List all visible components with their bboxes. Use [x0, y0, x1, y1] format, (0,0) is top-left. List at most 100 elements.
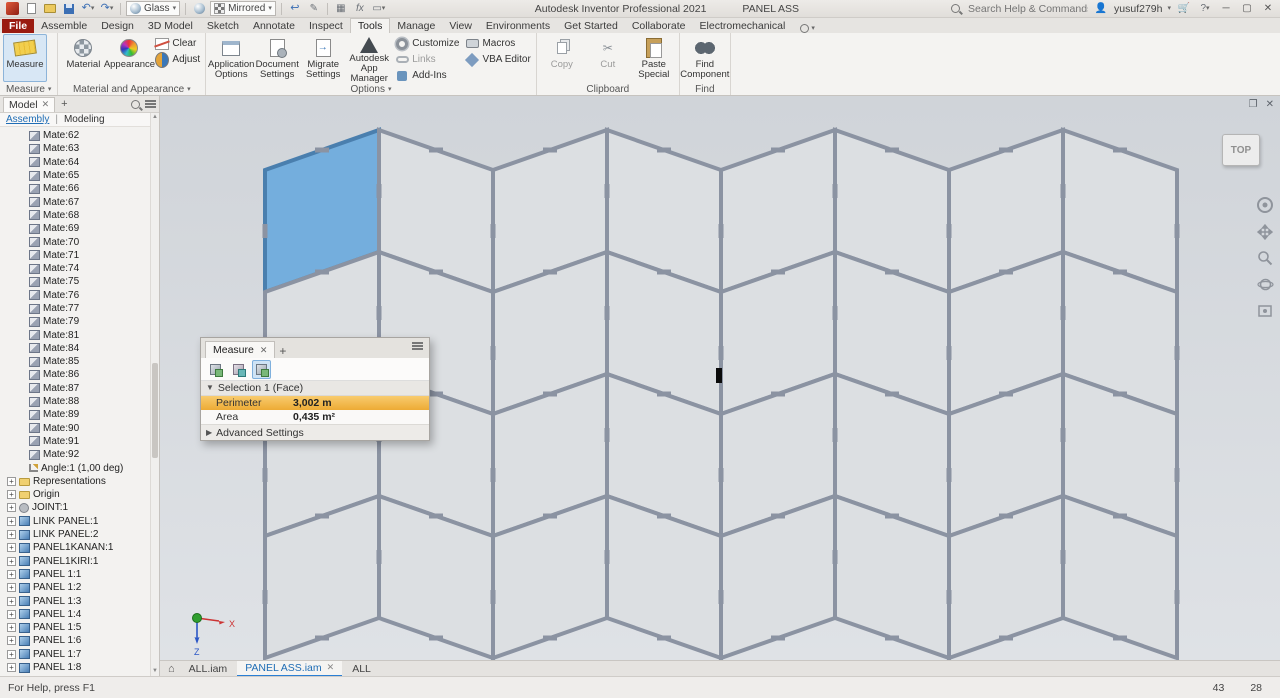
ribbon-group-label-options[interactable]: Options ▾ — [206, 83, 536, 95]
tree-item-joint-1[interactable]: + JOINT:1 — [0, 501, 159, 514]
tree-item-mate-87[interactable]: Mate:87 — [0, 382, 159, 395]
chevron-down-icon[interactable]: ▾ — [1167, 5, 1171, 12]
undo-icon[interactable]: ↶ ▾ — [80, 2, 96, 16]
document-settings-button[interactable]: Document Settings — [255, 34, 299, 82]
minimize-button[interactable]: ─ — [1218, 3, 1234, 14]
tree-item-mate-89[interactable]: Mate:89 — [0, 408, 159, 421]
measure-menu-icon[interactable] — [412, 342, 423, 350]
tree-item-mate-67[interactable]: Mate:67 — [0, 195, 159, 208]
tree-item-representations[interactable]: + Representations — [0, 475, 159, 488]
tree-item-mate-74[interactable]: Mate:74 — [0, 262, 159, 275]
save-icon[interactable] — [61, 2, 77, 16]
ribbon-display-options-icon[interactable]: ▾ — [800, 24, 815, 33]
select-component-icon[interactable] — [206, 360, 225, 379]
tree-item-mate-77[interactable]: Mate:77 — [0, 302, 159, 315]
close-icon[interactable]: ✕ — [327, 662, 335, 673]
select-body-icon[interactable] — [229, 360, 248, 379]
ribbon-tab-annotate[interactable]: Annotate — [246, 19, 302, 33]
ribbon-tab-view[interactable]: View — [442, 19, 479, 33]
view-cube[interactable]: TOP — [1222, 134, 1260, 166]
adjust-button[interactable]: Adjust — [153, 51, 202, 68]
tree-item-panel-1-4[interactable]: + PANEL 1:4 — [0, 608, 159, 621]
tree-item-panel-1-7[interactable]: + PANEL 1:7 — [0, 648, 159, 661]
expand-icon[interactable]: + — [7, 490, 16, 500]
open-file-icon[interactable] — [42, 2, 58, 16]
tree-item-mate-62[interactable]: Mate:62 — [0, 129, 159, 142]
maximize-button[interactable]: ▢ — [1239, 3, 1255, 14]
tree-item-mate-70[interactable]: Mate:70 — [0, 235, 159, 248]
ribbon-tab-get-started[interactable]: Get Started — [557, 19, 625, 33]
tree-item-mate-64[interactable]: Mate:64 — [0, 156, 159, 169]
pan-icon[interactable] — [1257, 224, 1273, 240]
ribbon-tab-3d-model[interactable]: 3D Model — [141, 19, 200, 33]
user-icon[interactable]: 👤 — [1093, 2, 1109, 16]
application-options-button[interactable]: Application Options — [208, 34, 254, 82]
appearance-sphere-icon[interactable] — [191, 2, 207, 16]
tree-item-panel-1-1[interactable]: + PANEL 1:1 — [0, 568, 159, 581]
scroll-up-icon[interactable]: ▲ — [151, 113, 159, 122]
ribbon-tab-design[interactable]: Design — [94, 19, 141, 33]
cut-button[interactable]: ✂ Cut — [586, 34, 630, 82]
doc-tab-panel-ass-iam[interactable]: PANEL ASS.iam ✕ — [237, 660, 343, 677]
expand-icon[interactable]: + — [7, 503, 16, 513]
addins-button[interactable]: Add-Ins — [393, 68, 461, 83]
expand-icon[interactable]: + — [7, 543, 16, 553]
tree-item-mate-85[interactable]: Mate:85 — [0, 355, 159, 368]
ribbon-tab-manage[interactable]: Manage — [390, 19, 442, 33]
expand-icon[interactable]: + — [7, 569, 16, 579]
home-icon[interactable]: ⌂ — [168, 663, 175, 675]
ribbon-tab-environments[interactable]: Environments — [479, 19, 557, 33]
ribbon-tab-sketch[interactable]: Sketch — [200, 19, 246, 33]
tree-item-link-panel-1[interactable]: + LINK PANEL:1 — [0, 515, 159, 528]
migrate-settings-button[interactable]: Migrate Settings — [301, 34, 345, 82]
browser-scrollbar[interactable]: ▲ ▼ — [150, 113, 159, 676]
expand-icon[interactable]: + — [7, 596, 16, 606]
measure-button[interactable]: Measure — [3, 34, 47, 82]
tree-item-mate-88[interactable]: Mate:88 — [0, 395, 159, 408]
tree-item-mate-71[interactable]: Mate:71 — [0, 249, 159, 262]
tree-item-mate-91[interactable]: Mate:91 — [0, 435, 159, 448]
expand-icon[interactable]: + — [7, 556, 16, 566]
restore-doc-icon[interactable]: ❐ — [1249, 99, 1258, 110]
tree-item-panel-1-3[interactable]: + PANEL 1:3 — [0, 594, 159, 607]
macros-button[interactable]: Macros — [463, 36, 532, 51]
look-at-icon[interactable] — [1257, 303, 1273, 319]
measure-row-area[interactable]: Area 0,435 m² — [201, 410, 429, 424]
close-doc-icon[interactable]: ✕ — [1266, 99, 1274, 110]
copy-button[interactable]: Copy — [540, 34, 584, 82]
ribbon-tab-electromechanical[interactable]: Electromechanical — [693, 19, 793, 33]
close-icon[interactable]: ✕ — [42, 99, 50, 110]
clear-button[interactable]: Clear — [153, 36, 202, 51]
selection-header[interactable]: ▼ Selection 1 (Face) — [201, 381, 429, 396]
autodesk-app-manager-button[interactable]: Autodesk App Manager — [347, 34, 391, 84]
tree-item-mate-92[interactable]: Mate:92 — [0, 448, 159, 461]
browser-mode-assembly[interactable]: Assembly — [6, 114, 49, 125]
expand-icon[interactable]: + — [7, 583, 16, 593]
tree-item-panel-1-6[interactable]: + PANEL 1:6 — [0, 634, 159, 647]
measure-dialog-titlebar[interactable]: Measure ✕ + — [201, 338, 429, 358]
appearance-select[interactable]: Mirrored ▾ — [210, 1, 276, 16]
doc-tab-all-iam[interactable]: ALL.iam — [181, 661, 236, 677]
doc-tab-all[interactable]: ALL — [344, 661, 379, 677]
tree-item-panel-1-2[interactable]: + PANEL 1:2 — [0, 581, 159, 594]
zoom-icon[interactable] — [1257, 250, 1273, 266]
expand-icon[interactable]: + — [7, 663, 16, 673]
expand-icon[interactable]: + — [7, 530, 16, 540]
help-icon[interactable]: ? ▾ — [1197, 2, 1213, 16]
help-search-input[interactable] — [968, 2, 1089, 15]
new-file-icon[interactable] — [23, 2, 39, 16]
parameters-fx-icon[interactable]: fx — [352, 2, 368, 16]
paste-special-button[interactable]: Paste Special — [632, 34, 676, 82]
ribbon-tab-assemble[interactable]: Assemble — [34, 19, 94, 33]
tree-item-mate-68[interactable]: Mate:68 — [0, 209, 159, 222]
browser-menu-icon[interactable] — [145, 100, 156, 108]
tree-item-panel1kanan-1[interactable]: + PANEL1KANAN:1 — [0, 541, 159, 554]
expand-icon[interactable]: + — [7, 623, 16, 633]
ribbon-tab-tools[interactable]: Tools — [349, 18, 391, 33]
graphics-viewport[interactable]: ❐ ✕ TOP Measure ✕ + ▼ Selection 1 (Face)… — [160, 96, 1280, 660]
return-icon[interactable]: ↩ — [287, 2, 303, 16]
tree-item-mate-81[interactable]: Mate:81 — [0, 328, 159, 341]
full-navigation-wheel-icon[interactable] — [1256, 196, 1274, 214]
component-box-icon[interactable]: ▦ — [333, 2, 349, 16]
tree-item-angle-1-1-00-deg[interactable]: Angle:1 (1,00 deg) — [0, 461, 159, 474]
